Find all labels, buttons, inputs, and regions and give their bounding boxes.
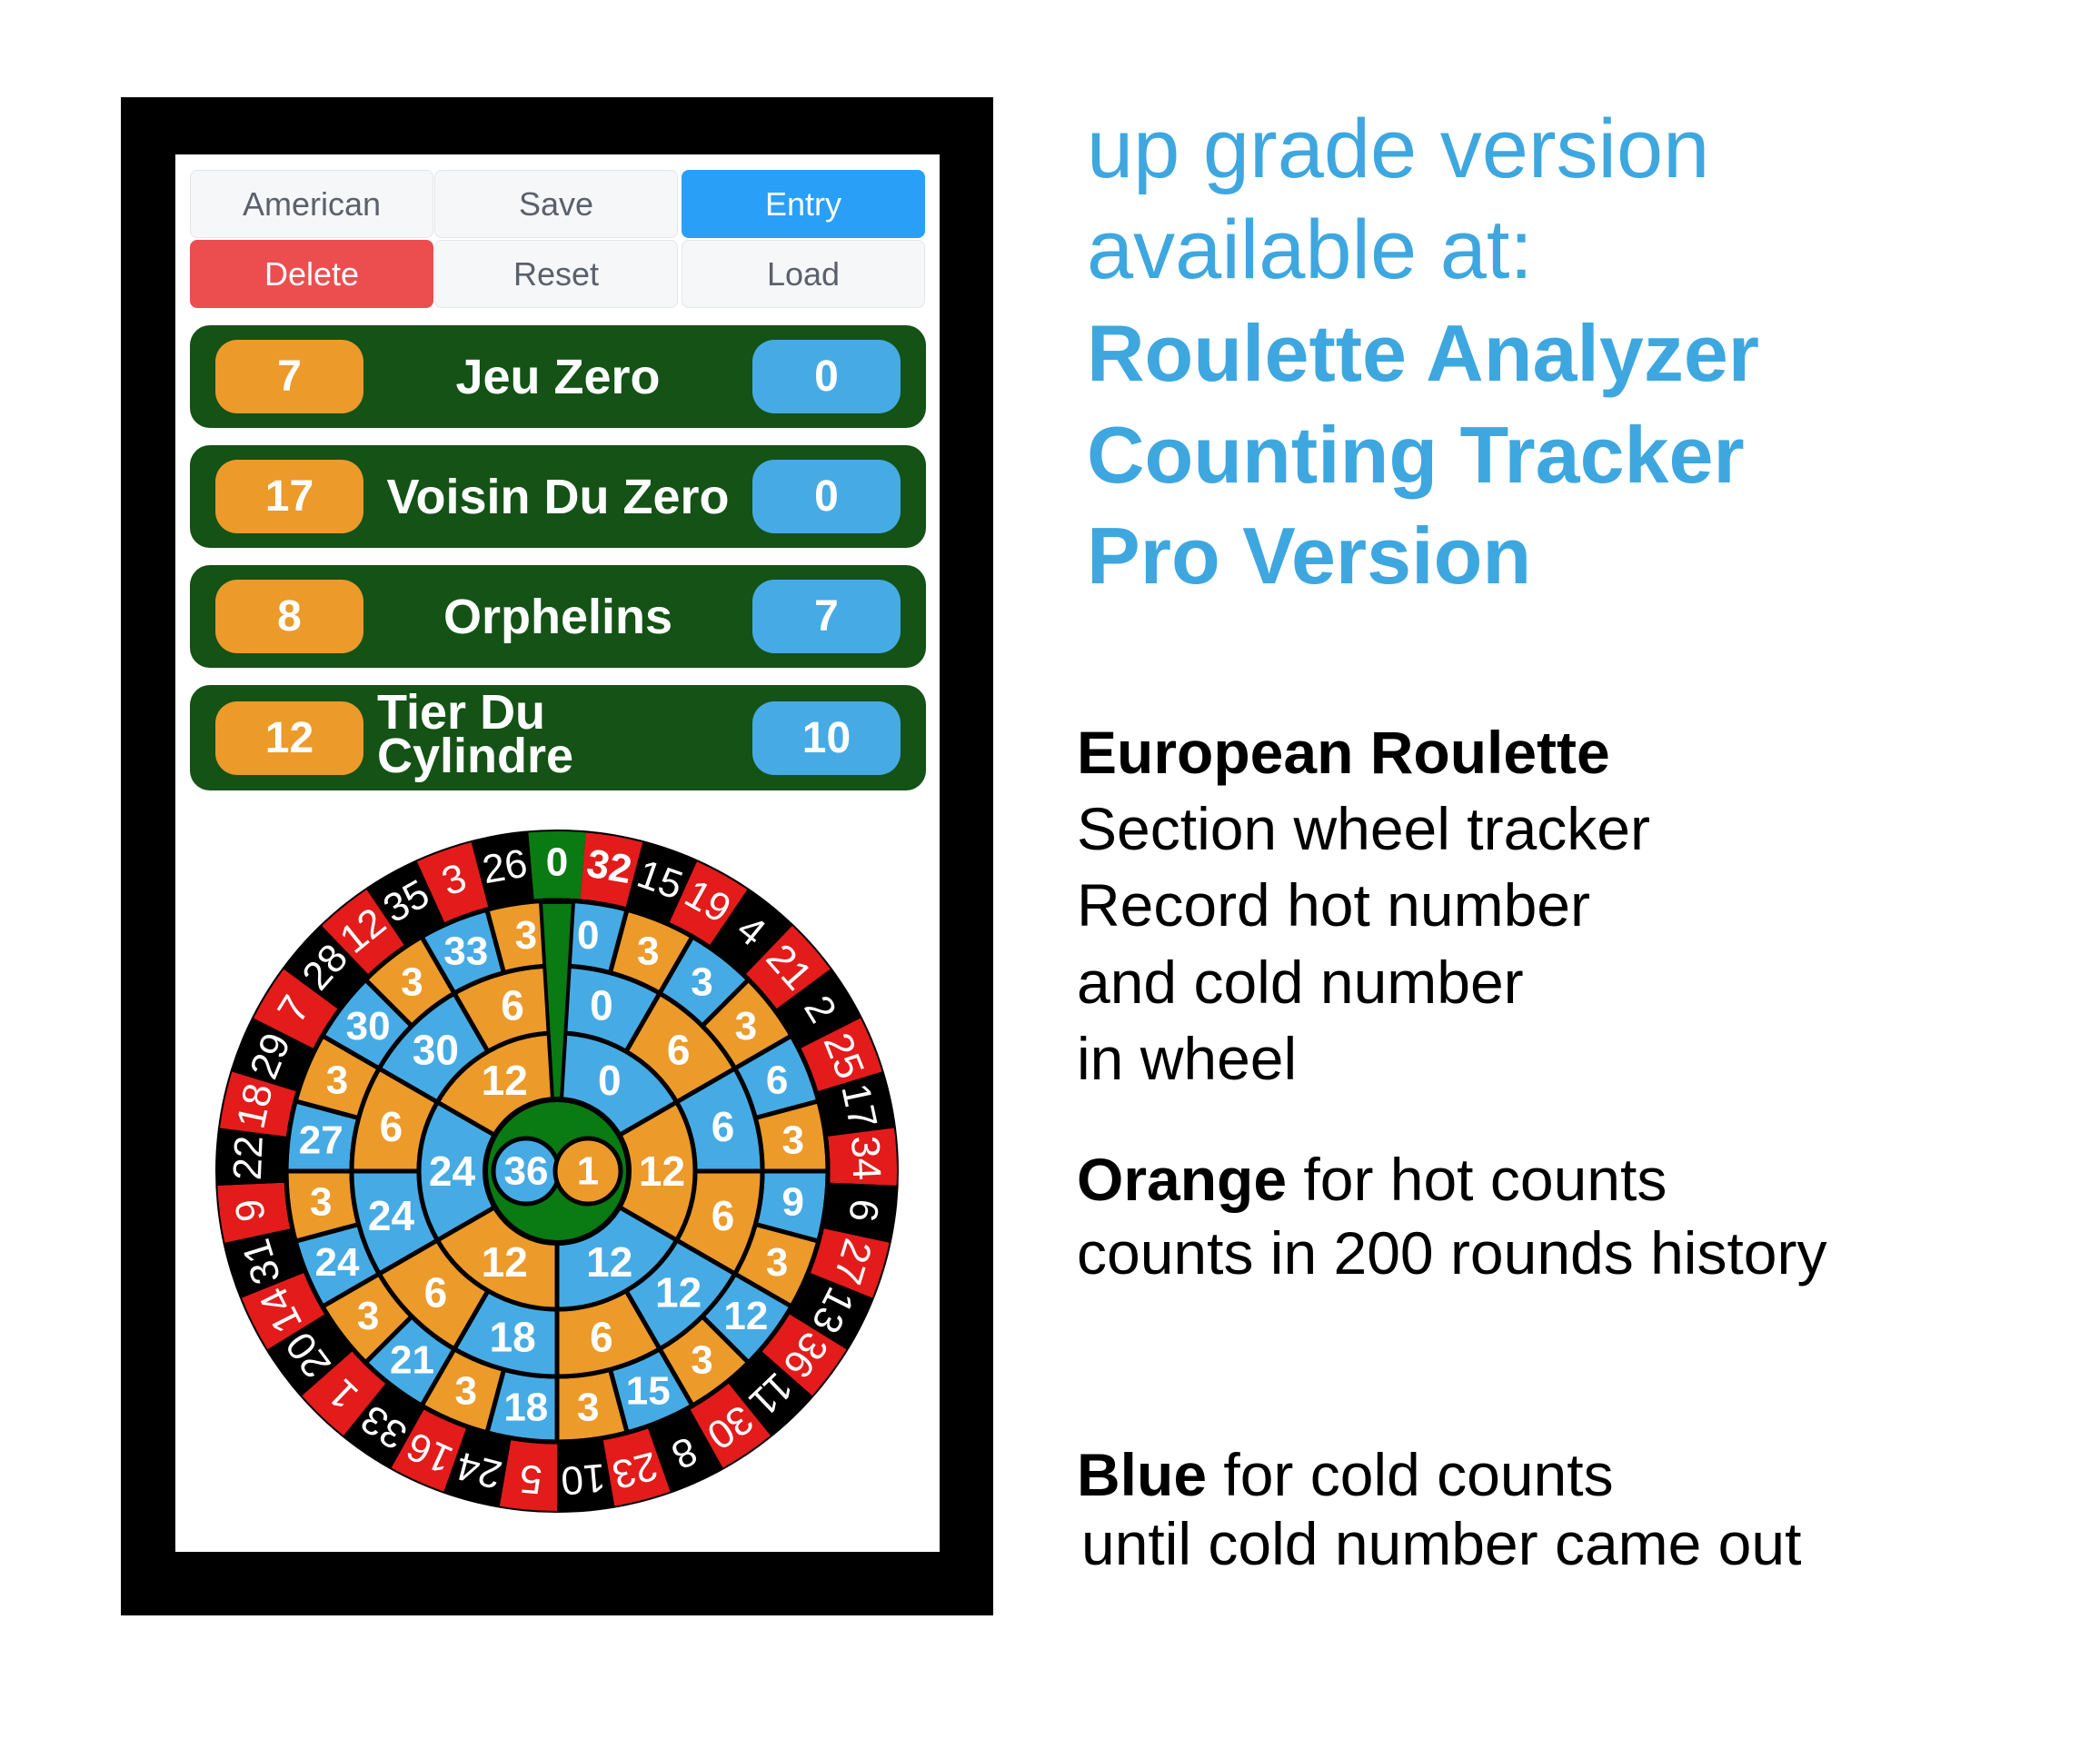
orange-word: Orange	[1077, 1146, 1288, 1213]
pocket-number: 10	[559, 1455, 607, 1503]
description-line: and cold number	[1077, 949, 1524, 1016]
hot-count: 12	[215, 701, 363, 775]
outer-ring-count: 3	[637, 929, 659, 973]
sector-name: Jeu Zero	[455, 349, 661, 404]
orange-legend-line-2: counts in 200 rounds history	[1077, 1219, 1827, 1287]
inner-ring-count: 0	[598, 1057, 622, 1104]
delete-button[interactable]: Delete	[190, 240, 433, 308]
inner-ring-count: 12	[482, 1057, 528, 1104]
outer-ring-count: 3	[735, 1004, 757, 1048]
pocket-number: 26	[479, 841, 531, 893]
outer-ring-count: 27	[299, 1118, 343, 1162]
reset-button[interactable]: Reset	[434, 240, 678, 308]
pocket-number: 22	[225, 1135, 272, 1181]
orange-legend: Orange for hot counts	[1077, 1145, 1667, 1214]
middle-ring-count: 6	[424, 1269, 448, 1317]
middle-ring-count: 6	[667, 1026, 691, 1073]
middle-ring-count: 30	[413, 1026, 459, 1073]
middle-ring-count: 6	[590, 1314, 613, 1361]
middle-ring-count: 6	[712, 1103, 735, 1150]
sector-jeu-zero[interactable]: 7 Jeu Zero 0	[190, 325, 926, 428]
outer-ring-count: 12	[723, 1294, 768, 1338]
promo-line-2: available at:	[1087, 204, 1533, 296]
cold-count: 7	[752, 580, 901, 653]
inner-ring-count: 12	[639, 1148, 685, 1195]
outer-ring-count: 3	[326, 1058, 348, 1102]
sector-name: Orphelins	[443, 589, 673, 644]
load-button[interactable]: Load	[682, 240, 925, 308]
sector-tier-du-cylindre[interactable]: 12 Tier Du Cylindre 10	[190, 685, 926, 790]
sector-voisin-du-zero[interactable]: 17 Voisin Du Zero 0	[190, 445, 926, 548]
outer-ring-count: 3	[577, 1385, 599, 1429]
pocket-number: 34	[842, 1135, 889, 1181]
hot-count: 7	[215, 340, 363, 413]
outer-ring-count: 3	[782, 1118, 804, 1162]
sector-orphelins[interactable]: 8 Orphelins 7	[190, 565, 926, 668]
center-hot-count: 1	[577, 1149, 599, 1194]
middle-ring-count: 6	[712, 1192, 735, 1239]
pocket-number: 32	[583, 841, 635, 893]
blue-legend: Blue for cold counts	[1077, 1440, 1614, 1509]
outer-ring-count: 3	[310, 1180, 332, 1225]
inner-ring-count: 12	[586, 1238, 632, 1286]
promo-app-name-1: Roulette Analyzer	[1087, 308, 1760, 398]
description-title: European Roulette	[1077, 719, 1610, 786]
pocket-number: 17	[832, 1079, 885, 1132]
outer-ring-count: 6	[766, 1058, 788, 1102]
center-cold-count: 36	[504, 1149, 549, 1194]
cold-count: 10	[752, 701, 901, 775]
middle-ring-count: 12	[655, 1269, 702, 1317]
outer-ring-count: 3	[691, 960, 712, 1005]
hot-count: 8	[215, 580, 363, 653]
inner-ring-count: 12	[482, 1238, 528, 1286]
middle-ring-count: 6	[501, 981, 524, 1028]
middle-ring-count: 6	[380, 1103, 403, 1150]
description-line: Section wheel tracker	[1077, 795, 1650, 862]
description-line: Record hot number	[1077, 871, 1590, 939]
outer-ring-count: 24	[314, 1240, 359, 1285]
blue-legend-text: for cold counts	[1207, 1441, 1614, 1508]
save-button[interactable]: Save	[434, 170, 678, 238]
blue-legend-line-2: until cold number came out	[1081, 1510, 1802, 1577]
outer-ring-count: 33	[443, 929, 488, 973]
cold-count: 0	[752, 460, 901, 533]
outer-ring-count: 9	[782, 1180, 804, 1225]
promo-app-name-3: Pro Version	[1087, 511, 1532, 601]
outer-ring-count: 3	[454, 1369, 476, 1414]
outer-ring-count: 18	[503, 1385, 548, 1429]
sector-name: Tier Du Cylindre	[377, 685, 574, 783]
outer-ring-count: 3	[515, 913, 537, 958]
pocket-number: 18	[229, 1079, 282, 1132]
outer-ring-count: 3	[766, 1240, 788, 1285]
outer-ring-count: 30	[346, 1004, 391, 1048]
outer-ring-count: 0	[577, 913, 599, 958]
middle-ring-count: 0	[590, 981, 613, 1028]
pocket-number: 0	[546, 840, 568, 885]
outer-ring-count: 3	[691, 1337, 712, 1382]
outer-ring-count: 3	[401, 960, 423, 1005]
roulette-wheel[interactable]: 0 321519421225173462713361130823105241633…	[212, 826, 902, 1516]
outer-ring-count: 15	[626, 1369, 671, 1414]
inner-ring-count: 24	[429, 1148, 476, 1195]
promo-line-1: up grade version	[1087, 103, 1710, 195]
pocket-number: 5	[518, 1456, 544, 1502]
entry-button[interactable]: Entry	[682, 170, 925, 238]
outer-ring-count: 3	[357, 1294, 379, 1338]
hot-count: 17	[215, 460, 363, 533]
sector-name: Voisin Du Zero	[386, 469, 730, 524]
promo-app-name-2: Counting Tracker	[1087, 410, 1745, 500]
american-button[interactable]: American	[190, 170, 433, 238]
outer-ring-count: 21	[390, 1337, 434, 1382]
orange-legend-text: for hot counts	[1287, 1146, 1667, 1213]
blue-word: Blue	[1077, 1441, 1208, 1508]
description-line: in wheel	[1077, 1025, 1298, 1092]
middle-ring-count: 24	[368, 1192, 415, 1239]
cold-count: 0	[752, 340, 901, 413]
middle-ring-count: 18	[489, 1314, 535, 1361]
